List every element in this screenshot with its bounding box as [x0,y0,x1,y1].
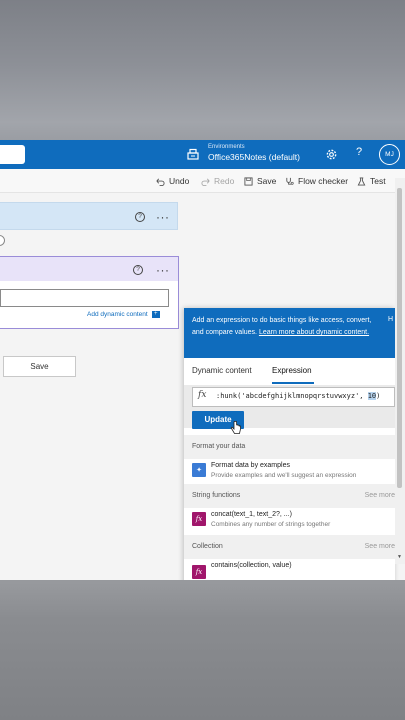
search-input[interactable] [0,145,25,164]
dynamic-content-panel: Add an expression to do basic things lik… [184,308,395,580]
fx-icon: fx [192,512,206,526]
fx-icon: fx [192,565,206,579]
flask-icon [357,176,366,186]
flow-checker-button[interactable]: Flow checker [285,176,348,186]
list-item-format-by-examples[interactable]: ✦ Format data by examples Provide exampl… [184,459,395,483]
save-button[interactable]: Save [3,356,76,377]
more-options-icon[interactable]: ··· [156,211,170,223]
section-string-functions: String functions See more [184,484,395,508]
environment-icon [187,148,199,160]
section-title: Collection [192,543,223,550]
add-step-connector[interactable] [0,235,5,246]
item-description: Combines any number of strings together [211,521,331,528]
add-dynamic-content-label: Add dynamic content [87,311,148,318]
section-title: String functions [192,492,241,499]
environment-name[interactable]: Office365Notes (default) [208,152,300,162]
tab-expression[interactable]: Expression [272,366,312,375]
avatar[interactable]: MJ [379,144,400,165]
scroll-down-arrow-icon[interactable]: ▼ [397,554,402,560]
learn-more-link[interactable]: Learn more about dynamic content. [259,329,369,336]
redo-button[interactable]: Redo [201,176,234,186]
expression-selection: 10 [367,392,377,400]
flow-checker-label: Flow checker [298,176,349,186]
undo-button[interactable]: Undo [156,176,189,186]
test-button[interactable]: Test [357,176,386,186]
section-collection: Collection See more [184,535,395,559]
trigger-card[interactable]: ? ··· [0,202,178,230]
test-label: Test [370,176,386,186]
expression-text[interactable]: :hunk('abcdefghijklmnopqrstuvwxyz', 10) [216,392,380,400]
wand-icon: ✦ [192,463,206,477]
action-card-header[interactable]: ? ··· [0,257,178,281]
environments-label: Environments [208,144,245,150]
item-title: Format data by examples [211,462,290,469]
help-icon[interactable]: ? [356,146,362,158]
list-item-contains[interactable]: fx contains(collection, value) [184,559,395,580]
undo-label: Undo [169,176,190,186]
tab-dynamic-content[interactable]: Dynamic content [192,366,252,375]
stethoscope-icon [286,177,294,185]
item-title: contains(collection, value) [211,562,292,569]
flow-canvas: ? ··· ? ··· Add dynamic content + Save A… [0,194,405,580]
item-title: concat(text_1, text_2?, ...) [211,511,292,518]
add-dynamic-content-link[interactable]: Add dynamic content + [87,311,160,318]
top-bar: Environments Office365Notes (default) ? … [0,140,405,169]
power-automate-window: Environments Office365Notes (default) ? … [0,140,405,580]
scrollbar-thumb[interactable] [397,188,402,488]
save-label: Save [257,176,277,186]
redo-icon [201,178,210,186]
panel-tabs: Dynamic content Expression [184,358,395,385]
see-more-link[interactable]: See more [365,492,395,499]
section-format-data: Format your data [184,435,395,459]
help-circle-icon[interactable]: ? [133,265,143,275]
help-circle-icon[interactable]: ? [135,212,145,222]
expression-info-banner: Add an expression to do basic things lik… [184,308,395,358]
see-more-link[interactable]: See more [365,543,395,550]
banner-close-button[interactable]: H [388,314,393,326]
action-card[interactable]: ? ··· Add dynamic content + [0,256,179,329]
save-icon [244,176,253,186]
more-options-icon[interactable]: ··· [156,264,170,276]
undo-icon [156,178,165,186]
expression-end: ) [376,392,381,400]
expression-editor-area: fx :hunk('abcdefghijklmnopqrstuvwxyz', 1… [184,385,395,434]
expression-main: :hunk('abcdefghijklmnopqrstuvwxyz', [216,392,368,400]
redo-label: Redo [214,176,235,186]
vertical-scrollbar[interactable]: ▼ [395,178,405,564]
list-item-concat[interactable]: fx concat(text_1, text_2?, ...) Combines… [184,508,395,532]
plus-icon: + [151,311,160,318]
fx-icon: fx [198,390,207,400]
section-title: Format your data [192,443,246,450]
save-toolbar-button[interactable]: Save [244,176,276,186]
tab-selected-indicator [272,382,314,384]
item-description: Provide examples and we'll suggest an ex… [211,472,357,479]
gear-icon[interactable] [325,148,338,161]
toolbar: Undo Redo Save Flow checker Test [0,169,405,193]
action-input-field[interactable] [0,289,169,307]
expression-input[interactable]: fx :hunk('abcdefghijklmnopqrstuvwxyz', 1… [192,387,395,407]
hand-cursor-icon [230,421,241,434]
